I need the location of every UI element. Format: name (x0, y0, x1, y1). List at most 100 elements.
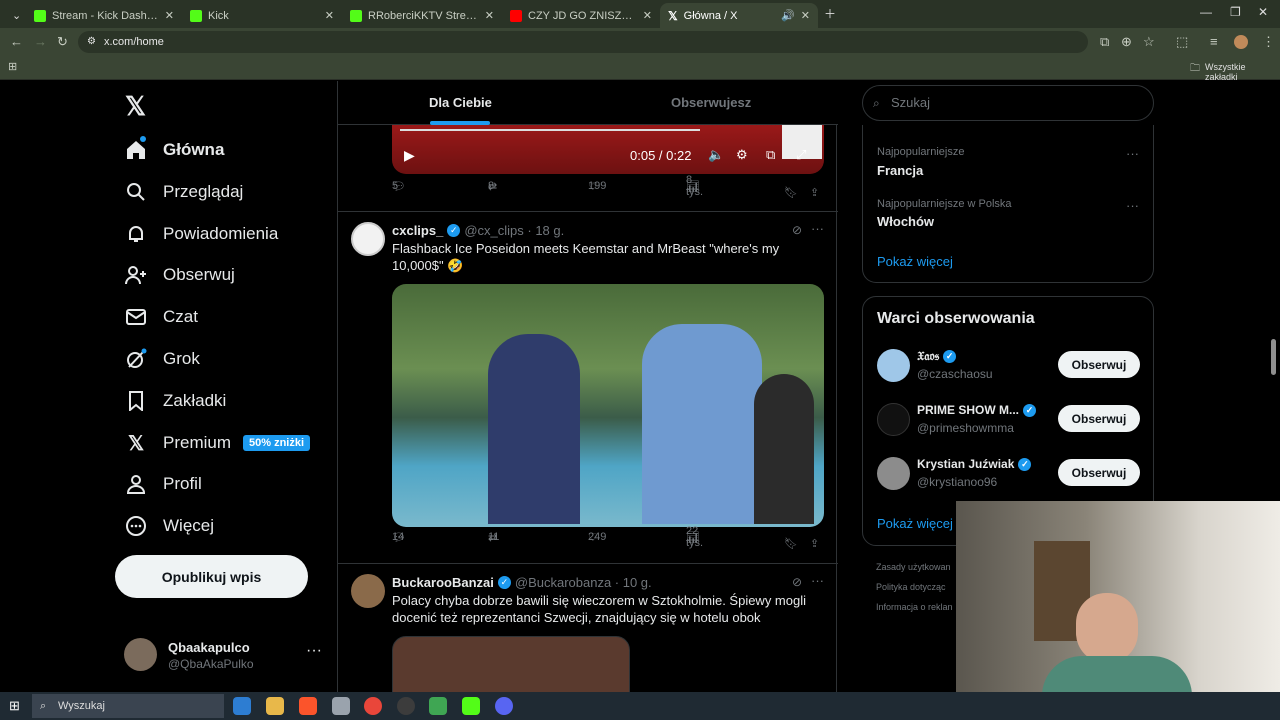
window-close-button[interactable]: ✕ (1258, 5, 1268, 19)
zoom-icon[interactable]: ⊕ (1121, 34, 1132, 50)
follow-button[interactable]: Obserwuj (1058, 459, 1140, 486)
tab-1[interactable]: Kick ✕ (182, 3, 342, 28)
back-icon[interactable]: ← (10, 34, 23, 49)
show-more-link[interactable]: Pokaż więcej (877, 516, 953, 531)
account-name-text: PRIME SHOW M... (917, 403, 1019, 417)
address-bar-row: ← → ↻ ⚙ x.com/home ⧉ ⊕ ☆ ⬚ ≡ ⋮ (0, 28, 1280, 56)
trend-name[interactable]: Włochów (877, 214, 934, 229)
tab-following[interactable]: Obserwujesz (671, 95, 751, 110)
file-explorer-icon[interactable] (266, 697, 284, 715)
edge-icon[interactable] (233, 697, 251, 715)
author-handle[interactable]: @cx_clips · 18 g. (464, 223, 564, 238)
grok-icon[interactable]: ⊘ (792, 223, 802, 237)
menu-icon[interactable]: ⋮ (1262, 34, 1275, 50)
author-handle[interactable]: @Buckarobanza · 10 g. (515, 575, 652, 590)
tweet-card[interactable]: cxclips_ ✓ @cx_clips · 18 g. ⊘ ··· Flashba… (338, 212, 838, 564)
nav-follow[interactable]: Obserwuj (125, 259, 235, 291)
nav-label: Zakładki (163, 391, 227, 410)
close-icon[interactable]: ✕ (643, 9, 652, 22)
url-input[interactable]: ⚙ x.com/home (78, 31, 1088, 53)
nav-premium[interactable]: 𝕏 Premium 50% zniżki (125, 427, 311, 459)
account-name[interactable]: 𝔛𝔞𝔬𝔰 ✓ (917, 349, 957, 364)
nav-more[interactable]: Więcej (125, 510, 214, 542)
discord-icon[interactable] (495, 697, 513, 715)
tab-2[interactable]: RRoberciKKTV Stream - Watch Liv ✕ (342, 3, 502, 28)
restore-button[interactable]: ❐ (1230, 5, 1241, 19)
avatar[interactable] (877, 457, 910, 490)
nav-profile[interactable]: Profil (125, 468, 202, 500)
more-icon[interactable]: ··· (811, 221, 824, 236)
show-more-link[interactable]: Pokaż więcej (877, 254, 953, 269)
avatar[interactable] (351, 222, 385, 256)
app-icon[interactable] (332, 697, 350, 715)
new-tab-button[interactable]: ＋ (824, 5, 836, 22)
more-icon[interactable]: ··· (811, 573, 824, 588)
close-icon[interactable]: ✕ (485, 9, 494, 22)
cast-icon[interactable]: ⧉ (1100, 34, 1109, 50)
profile-avatar-icon[interactable] (1234, 35, 1248, 49)
avatar[interactable] (877, 403, 910, 436)
x-logo-icon[interactable]: 𝕏 (125, 91, 146, 122)
avatar[interactable] (877, 349, 910, 382)
follow-button[interactable]: Obserwuj (1058, 405, 1140, 432)
nav-notifications[interactable]: Powiadomienia (125, 218, 278, 250)
obs-icon[interactable] (397, 697, 415, 715)
account-name-text: 𝔛𝔞𝔬𝔰 (917, 349, 940, 363)
nav-grok[interactable]: Grok (125, 343, 200, 375)
more-icon[interactable]: ··· (1126, 146, 1139, 161)
nav-explore[interactable]: Przeglądaj (125, 176, 243, 208)
speaker-icon[interactable]: 🔊 (781, 9, 795, 22)
windows-start-icon[interactable]: ⊞ (9, 698, 20, 714)
more-icon[interactable]: ··· (1126, 198, 1139, 213)
avatar[interactable] (351, 574, 385, 608)
tweet-media-image[interactable] (392, 284, 824, 527)
page-scrollbar[interactable] (1271, 339, 1276, 375)
account-handle[interactable]: @primeshowmma (917, 421, 1014, 435)
tab-0[interactable]: Stream - Kick Dashboard ✕ (26, 3, 182, 28)
nav-chat[interactable]: Czat (125, 301, 198, 333)
tab-3[interactable]: CZY JD GO ZNISZCZYŁO? - Dis ✕ (502, 3, 660, 28)
footer-link[interactable]: Zasady użytkowan (876, 562, 951, 572)
taskbar-search[interactable]: ⌕ Wyszukaj (32, 694, 224, 718)
all-bookmarks-link[interactable]: Wszystkie zakładki (1205, 62, 1280, 82)
account-name[interactable]: PRIME SHOW M... ✓ (917, 403, 1036, 417)
tweet-card[interactable]: BuckarooBanzai ✓ @Buckarobanza · 10 g. ⊘ ·… (338, 564, 838, 692)
tweet-media-image[interactable] (392, 636, 630, 692)
kick-icon[interactable] (462, 697, 480, 715)
share-button[interactable]: ⇪ (810, 537, 819, 550)
footer-link[interactable]: Informacja o reklan (876, 602, 953, 612)
star-icon[interactable]: ☆ (1143, 34, 1155, 50)
account-handle[interactable]: @czaschaosu (917, 367, 993, 381)
account-switcher[interactable]: Qbaakapulco @QbaAkaPulko ··· (124, 638, 324, 672)
extensions-icon[interactable]: ⬚ (1176, 34, 1188, 50)
post-button[interactable]: Opublikuj wpis (115, 555, 308, 598)
app-icon[interactable] (429, 697, 447, 715)
more-icon[interactable]: ··· (306, 642, 322, 660)
account-handle[interactable]: @krystianoo96 (917, 475, 997, 489)
follow-button[interactable]: Obserwuj (1058, 351, 1140, 378)
nav-bookmarks[interactable]: Zakładki (125, 385, 226, 417)
tab-for-you[interactable]: Dla Ciebie (429, 95, 492, 110)
close-icon[interactable]: ✕ (165, 9, 174, 22)
close-icon[interactable]: ✕ (801, 9, 810, 22)
minimize-button[interactable]: — (1200, 5, 1212, 19)
author-name[interactable]: cxclips_ (392, 223, 443, 238)
tab-4[interactable]: 𝕏 Główna / X 🔊 ✕ (660, 3, 818, 28)
reload-icon[interactable]: ↻ (57, 34, 68, 50)
account-name[interactable]: Krystian Juźwiak ✓ (917, 457, 1032, 471)
tab-list-button[interactable]: ⌄ (4, 3, 24, 28)
site-info-icon[interactable]: ⚙ (87, 31, 96, 53)
apps-icon[interactable]: ⊞ (8, 60, 17, 73)
trend-name[interactable]: Francja (877, 163, 923, 178)
forward-icon[interactable]: → (34, 34, 47, 49)
grok-icon[interactable]: ⊘ (792, 575, 802, 589)
search-input[interactable]: ⌕ Szukaj (862, 85, 1154, 121)
account-name-text: Krystian Juźwiak (917, 457, 1015, 471)
media-icon[interactable]: ≡ (1210, 34, 1218, 49)
footer-link[interactable]: Polityka dotycząc (876, 582, 946, 592)
chrome-icon[interactable] (364, 697, 382, 715)
author-name[interactable]: BuckarooBanzai (392, 575, 494, 590)
bookmark-button[interactable]: 🔖︎ (784, 537, 798, 550)
close-icon[interactable]: ✕ (325, 9, 334, 22)
brave-icon[interactable] (299, 697, 317, 715)
